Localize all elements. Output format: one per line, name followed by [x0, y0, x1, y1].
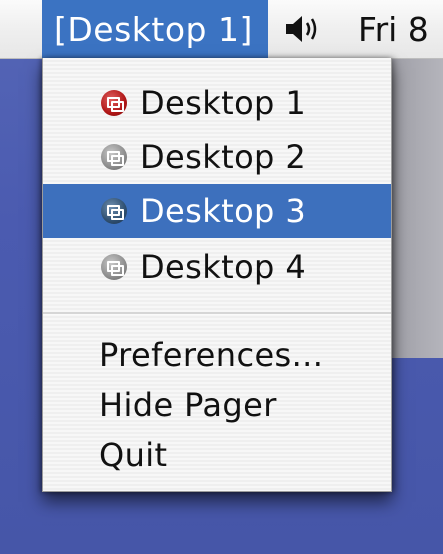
menu-item-preferences[interactable]: Preferences...: [43, 328, 391, 382]
menu-separator: [43, 312, 391, 315]
menu-bar: [Desktop 1] Fri 8: [0, 0, 443, 59]
menu-bar-clock[interactable]: Fri 8: [358, 10, 429, 49]
menu-bar-spacer: [0, 0, 42, 58]
menu-item-label: Preferences...: [99, 336, 324, 374]
desktop-icon: [101, 90, 127, 116]
pager-menu-title[interactable]: [Desktop 1]: [42, 0, 268, 58]
menu-item-label: Quit: [99, 436, 168, 474]
menu-item-label: Desktop 4: [140, 248, 307, 286]
menu-item-desktop-1[interactable]: Desktop 1: [43, 76, 391, 130]
menu-item-desktop-4[interactable]: Desktop 4: [43, 240, 391, 294]
menu-item-label: Desktop 1: [140, 84, 307, 122]
menu-item-quit[interactable]: Quit: [43, 428, 391, 482]
desktop-icon: [101, 254, 127, 280]
menu-item-hide-pager[interactable]: Hide Pager: [43, 378, 391, 432]
pager-dropdown-menu: Desktop 1 Desktop 2 Desktop 3 Desktop 4 …: [42, 58, 392, 492]
menu-item-label: Desktop 2: [140, 138, 307, 176]
menu-item-label: Desktop 3: [140, 192, 307, 230]
speaker-icon[interactable]: [282, 12, 326, 46]
desktop-icon: [101, 198, 127, 224]
menu-item-desktop-2[interactable]: Desktop 2: [43, 130, 391, 184]
menu-item-desktop-3[interactable]: Desktop 3: [43, 184, 391, 238]
menu-item-label: Hide Pager: [99, 386, 277, 424]
desktop-icon: [101, 144, 127, 170]
